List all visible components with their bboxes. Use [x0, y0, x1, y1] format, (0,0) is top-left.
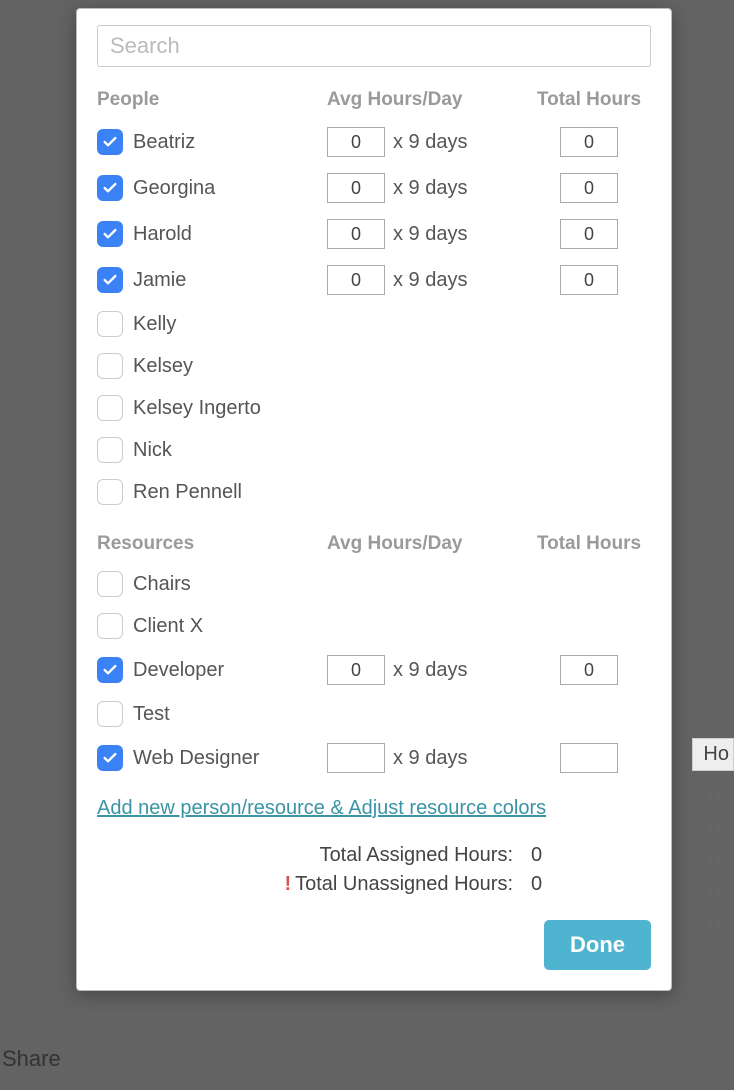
total-hours-input[interactable] [560, 265, 618, 295]
people-column-header: People [97, 89, 327, 111]
total-hours-input[interactable] [560, 655, 618, 685]
days-multiplier: x 9 days [393, 131, 467, 154]
days-multiplier: x 9 days [393, 269, 467, 292]
total-unassigned-value: 0 [531, 873, 551, 896]
resources-headers: Resources Avg Hours/Day Total Hours [97, 533, 651, 555]
bg-zero: 0 [709, 914, 720, 937]
person-row: Kelsey [97, 353, 651, 379]
resources-column-header: Resources [97, 533, 327, 555]
bg-zero: 0 [709, 850, 720, 873]
avg-hours-column-header: Avg Hours/Day [327, 89, 527, 111]
resource-row: Web Designer x 9 days [97, 743, 651, 773]
avg-hours-input[interactable] [327, 265, 385, 295]
person-name: Kelsey Ingerto [133, 397, 261, 420]
person-checkbox[interactable] [97, 129, 123, 155]
resource-assignment-modal: People Avg Hours/Day Total Hours Beatriz… [76, 8, 672, 991]
person-row: Kelly [97, 311, 651, 337]
resource-checkbox[interactable] [97, 745, 123, 771]
person-checkbox[interactable] [97, 175, 123, 201]
done-button[interactable]: Done [544, 920, 651, 970]
bg-zero: 0 [709, 882, 720, 905]
total-hours-input[interactable] [560, 127, 618, 157]
person-checkbox[interactable] [97, 353, 123, 379]
resource-row: Developer x 9 days [97, 655, 651, 685]
days-multiplier: x 9 days [393, 177, 467, 200]
total-hours-input[interactable] [560, 219, 618, 249]
person-checkbox[interactable] [97, 311, 123, 337]
total-hours-input[interactable] [560, 173, 618, 203]
avg-hours-column-header: Avg Hours/Day [327, 533, 527, 555]
person-checkbox[interactable] [97, 221, 123, 247]
person-name: Kelly [133, 313, 176, 336]
search-input[interactable] [97, 25, 651, 67]
person-name: Georgina [133, 177, 215, 200]
total-hours-input[interactable] [560, 743, 618, 773]
resource-checkbox[interactable] [97, 701, 123, 727]
avg-hours-input[interactable] [327, 127, 385, 157]
resource-name: Client X [133, 615, 203, 638]
resource-name: Developer [133, 659, 224, 682]
person-row: Kelsey Ingerto [97, 395, 651, 421]
resource-name: Web Designer [133, 747, 259, 770]
person-checkbox[interactable] [97, 479, 123, 505]
resource-checkbox[interactable] [97, 571, 123, 597]
resource-name: Test [133, 703, 170, 726]
total-assigned-value: 0 [531, 844, 551, 867]
person-checkbox[interactable] [97, 395, 123, 421]
person-checkbox[interactable] [97, 437, 123, 463]
person-name: Kelsey [133, 355, 193, 378]
person-row: Ren Pennell [97, 479, 651, 505]
total-assigned-label: Total Assigned Hours: [320, 844, 513, 867]
avg-hours-input[interactable] [327, 743, 385, 773]
avg-hours-input[interactable] [327, 219, 385, 249]
person-checkbox[interactable] [97, 267, 123, 293]
share-label: Share [2, 1046, 61, 1072]
person-name: Nick [133, 439, 172, 462]
resource-name: Chairs [133, 573, 191, 596]
person-row: Georgina x 9 days [97, 173, 651, 203]
person-row: Nick [97, 437, 651, 463]
person-name: Beatriz [133, 131, 195, 154]
total-hours-column-header: Total Hours [527, 89, 651, 111]
bg-zero: 0 [709, 786, 720, 809]
person-name: Harold [133, 223, 192, 246]
resource-row: Chairs [97, 571, 651, 597]
person-row: Beatriz x 9 days [97, 127, 651, 157]
total-unassigned-label: !Total Unassigned Hours: [284, 873, 513, 896]
days-multiplier: x 9 days [393, 223, 467, 246]
people-headers: People Avg Hours/Day Total Hours [97, 89, 651, 111]
total-hours-column-header: Total Hours [527, 533, 651, 555]
days-multiplier: x 9 days [393, 747, 467, 770]
days-multiplier: x 9 days [393, 659, 467, 682]
person-row: Harold x 9 days [97, 219, 651, 249]
totals-section: Total Assigned Hours: 0 !Total Unassigne… [97, 844, 651, 896]
hours-header-bg: Ho [692, 738, 734, 771]
warning-icon: ! [284, 873, 291, 895]
add-person-resource-link[interactable]: Add new person/resource & Adjust resourc… [97, 797, 546, 820]
avg-hours-input[interactable] [327, 173, 385, 203]
person-row: Jamie x 9 days [97, 265, 651, 295]
avg-hours-input[interactable] [327, 655, 385, 685]
person-name: Jamie [133, 269, 186, 292]
resource-checkbox[interactable] [97, 613, 123, 639]
resource-checkbox[interactable] [97, 657, 123, 683]
person-name: Ren Pennell [133, 481, 242, 504]
resource-row: Test [97, 701, 651, 727]
bg-zero: 0 [709, 818, 720, 841]
resource-row: Client X [97, 613, 651, 639]
